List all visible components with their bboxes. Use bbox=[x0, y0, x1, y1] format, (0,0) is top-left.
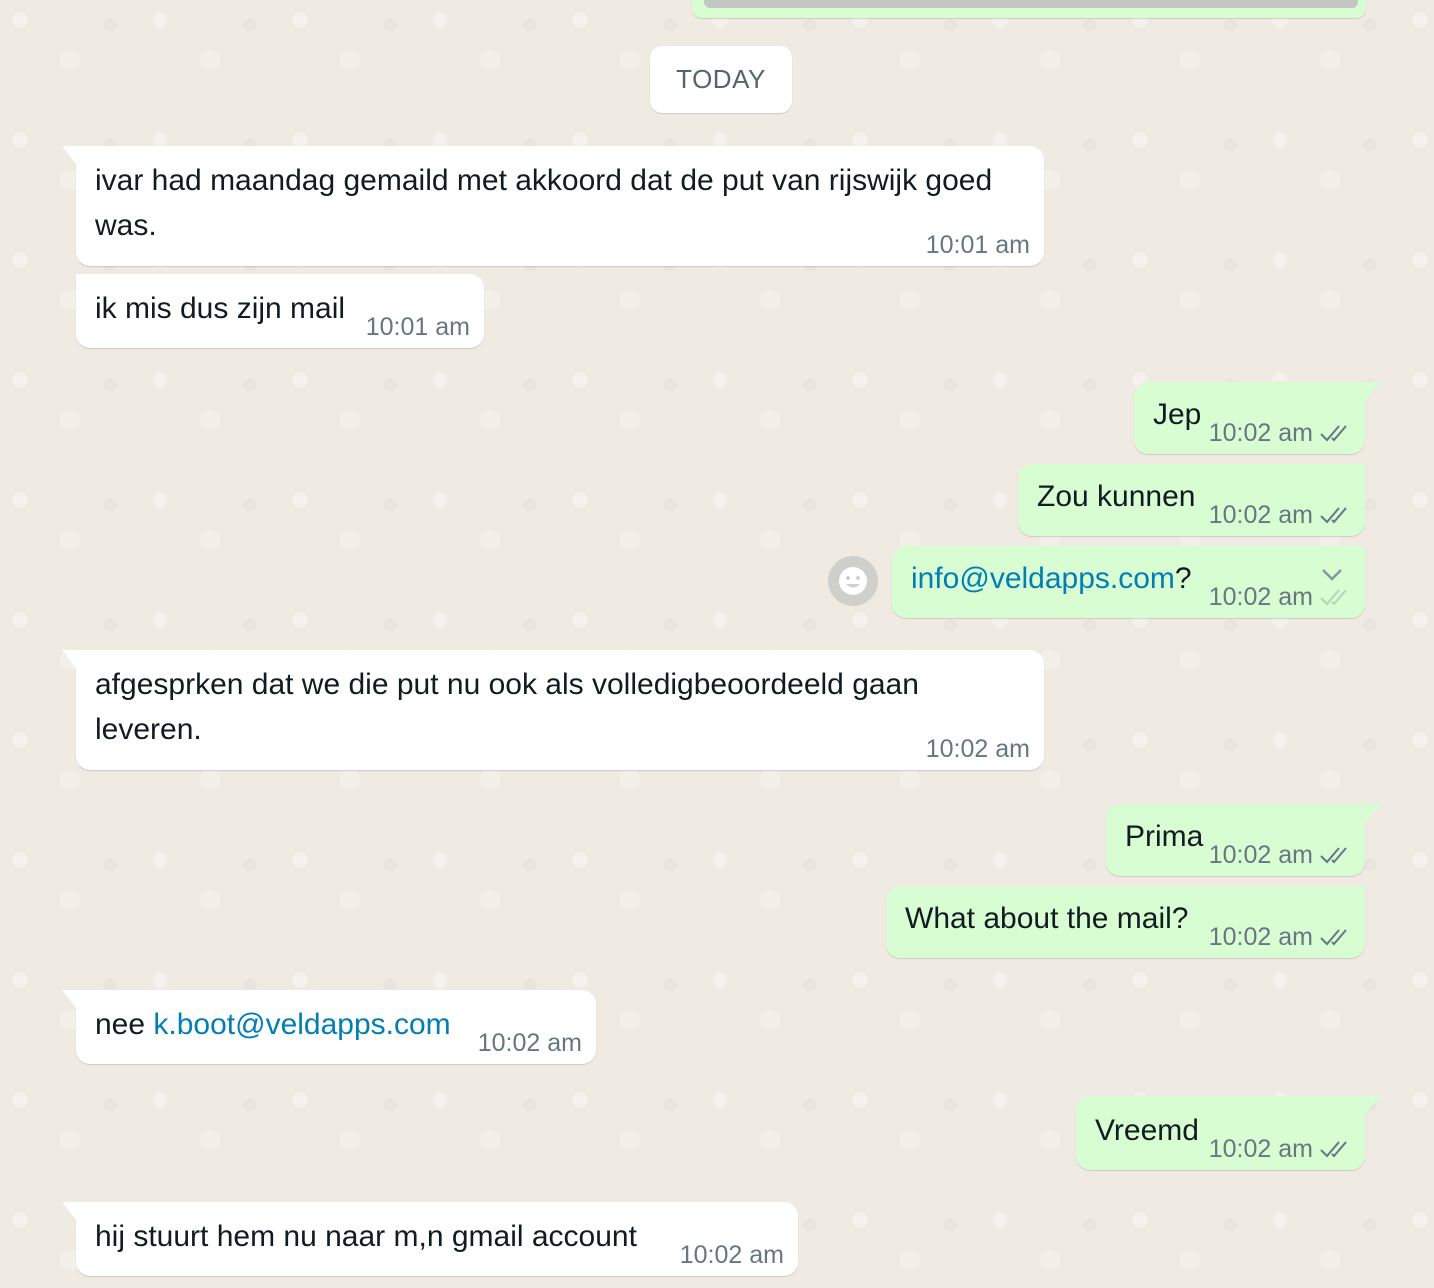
double-check-icon bbox=[1320, 929, 1347, 946]
message-bubble-incoming[interactable]: ivar had maandag gemaild met akkoord dat… bbox=[62, 146, 1044, 266]
message-text: ik mis dus zijn mail bbox=[95, 292, 346, 325]
message-meta: 10:01 am bbox=[926, 232, 1030, 258]
message-bubble-outgoing[interactable]: info@veldapps.com? 10:02 am bbox=[892, 546, 1365, 618]
message-time: 10:02 am bbox=[1208, 501, 1313, 529]
message-text: hij stuurt hem nu naar m,n gmail account bbox=[95, 1220, 637, 1253]
message-meta: 10:02 am bbox=[926, 736, 1030, 762]
message-text: afgesprken dat we die put nu ook als vol… bbox=[95, 668, 919, 746]
chevron-down-icon[interactable] bbox=[1321, 568, 1343, 582]
double-check-icon bbox=[1320, 507, 1347, 524]
double-check-icon bbox=[1320, 1141, 1347, 1158]
message-text: ivar had maandag gemaild met akkoord dat… bbox=[95, 164, 993, 242]
email-link[interactable]: k.boot@veldapps.com bbox=[153, 1008, 450, 1041]
message-meta: 10:01 am bbox=[366, 314, 470, 340]
message-meta: 10:02 am bbox=[1209, 420, 1351, 446]
message-text: nee k.boot@veldapps.com bbox=[95, 1002, 451, 1047]
message-meta: 10:02 am bbox=[478, 1030, 582, 1056]
message-bubble-outgoing[interactable]: Prima 10:02 am bbox=[1106, 804, 1381, 876]
message-text: Zou kunnen bbox=[1037, 480, 1196, 513]
message-bubble-incoming[interactable]: ik mis dus zijn mail 10:01 am bbox=[76, 274, 484, 348]
message-time: 10:02 am bbox=[1208, 419, 1313, 447]
message-time: 10:02 am bbox=[1208, 583, 1313, 611]
message-meta: 10:02 am bbox=[680, 1242, 784, 1268]
double-check-icon bbox=[1320, 847, 1347, 864]
message-text: What about the mail? bbox=[905, 902, 1189, 935]
message-meta: 10:02 am bbox=[1209, 502, 1351, 528]
message-text: Jep bbox=[1153, 398, 1202, 431]
message-bubble-incoming[interactable]: nee k.boot@veldapps.com 10:02 am bbox=[62, 990, 596, 1064]
message-text-suffix: ? bbox=[1174, 562, 1192, 595]
message-text: Vreemd bbox=[1095, 1114, 1199, 1147]
message-time: 10:02 am bbox=[477, 1029, 582, 1057]
message-meta: 10:02 am bbox=[1209, 924, 1351, 950]
reaction-button[interactable] bbox=[828, 556, 878, 606]
message-bubble-outgoing[interactable]: Jep 10:02 am bbox=[1134, 382, 1381, 454]
message-bubble-outgoing[interactable]: What about the mail? 10:02 am bbox=[886, 886, 1365, 958]
double-check-icon bbox=[1320, 425, 1347, 442]
message-meta: 10:02 am bbox=[1209, 1136, 1351, 1162]
date-separator: TODAY bbox=[650, 46, 792, 113]
message-bubble-outgoing[interactable]: Vreemd 10:02 am bbox=[1076, 1096, 1381, 1170]
email-link[interactable]: info@veldapps.com bbox=[911, 562, 1175, 595]
message-meta: 10:02 am bbox=[1209, 584, 1351, 610]
message-text-prefix: nee bbox=[95, 1008, 154, 1041]
message-meta: 10:02 am bbox=[1209, 842, 1351, 868]
message-time: 10:02 am bbox=[1208, 923, 1313, 951]
previous-message-attachment[interactable] bbox=[704, 0, 1358, 8]
message-time: 10:02 am bbox=[1208, 841, 1313, 869]
message-time: 10:01 am bbox=[925, 231, 1030, 259]
message-text: info@veldapps.com? bbox=[911, 556, 1192, 601]
message-bubble-incoming[interactable]: hij stuurt hem nu naar m,n gmail account… bbox=[62, 1202, 798, 1276]
message-text: Prima bbox=[1125, 820, 1204, 853]
message-bubble-outgoing[interactable]: Zou kunnen 10:02 am bbox=[1018, 464, 1365, 536]
previous-message-bubble[interactable] bbox=[692, 0, 1366, 18]
message-time: 10:01 am bbox=[365, 313, 470, 341]
message-bubble-incoming[interactable]: afgesprken dat we die put nu ook als vol… bbox=[62, 650, 1044, 770]
message-time: 10:02 am bbox=[1208, 1135, 1313, 1163]
message-time: 10:02 am bbox=[925, 735, 1030, 763]
message-time: 10:02 am bbox=[679, 1241, 784, 1269]
double-check-icon bbox=[1320, 589, 1347, 606]
smiley-icon bbox=[839, 567, 867, 595]
